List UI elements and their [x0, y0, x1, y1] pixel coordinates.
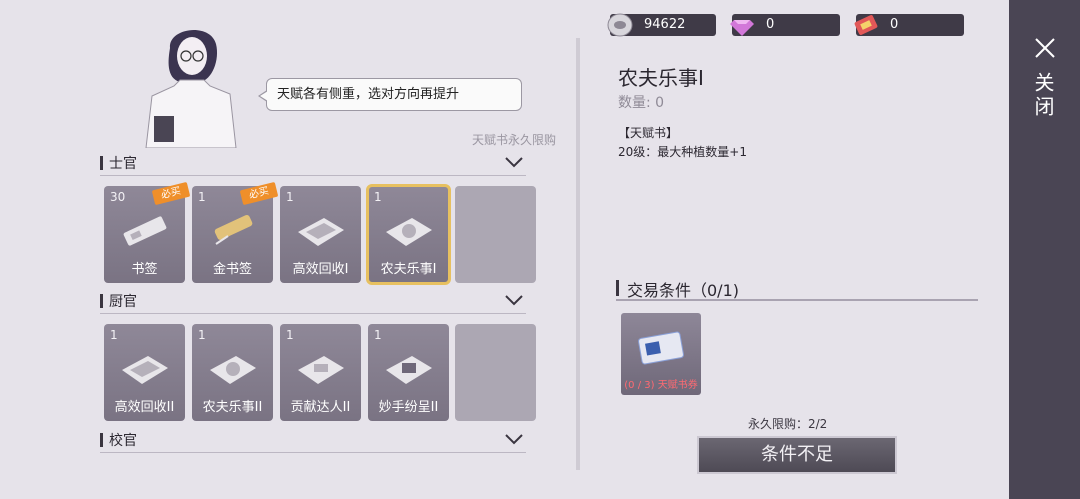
item-qty: 1 — [198, 190, 206, 204]
item-card-gold-bookmark[interactable]: 1 必买 金书签 — [192, 181, 279, 283]
item-detail-effect: 20级：最大种植数量+1 — [618, 145, 747, 159]
talent-book-icon — [386, 218, 432, 246]
item-name: 农夫乐事I — [380, 262, 437, 277]
item-name: 高效回收II — [114, 400, 175, 415]
currency-tickets: 0 — [854, 14, 964, 36]
item-qty: 1 — [286, 328, 294, 342]
item-card-efficient-recycle-1[interactable]: 1 高效回收I — [280, 186, 361, 283]
item-qty: 1 — [198, 328, 206, 342]
panel-divider — [576, 38, 580, 470]
talent-book-icon — [386, 356, 432, 384]
currency-value: 0 — [766, 17, 775, 32]
item-qty: 30 — [110, 190, 126, 204]
section-marker — [100, 294, 103, 308]
section-header-shiguan[interactable]: 士官 — [100, 152, 526, 176]
npc-speech-bubble: 天赋各有侧重，选对方向再提升 — [258, 78, 522, 111]
gem-icon — [730, 20, 754, 36]
section-marker — [100, 433, 103, 447]
item-name: 妙手纷呈II — [378, 400, 439, 415]
requirement-label: (0 / 3) 天赋书券 — [624, 380, 698, 391]
ticket-icon — [854, 15, 878, 35]
trade-conditions-title: 交易条件（0/1) — [627, 281, 739, 300]
section-title: 士官 — [109, 156, 137, 172]
section-header-chuguan[interactable]: 厨官 — [100, 290, 526, 314]
item-detail-quantity: 数量: 0 — [618, 95, 665, 111]
item-grid-chuguan: 1 高效回收II 1 农夫乐事II 1 贡献达人II 1 妙手纷呈II — [104, 324, 536, 421]
gold-bookmark-icon — [214, 214, 253, 245]
item-name: 书签 — [131, 262, 158, 277]
trade-conditions-header: 交易条件（0/1) — [616, 276, 978, 301]
close-button-label[interactable]: 关闭 — [1031, 72, 1058, 120]
item-name: 农夫乐事II — [202, 400, 263, 415]
npc-portrait — [145, 30, 237, 148]
must-buy-badge: 必买 — [151, 181, 191, 206]
bookmark-icon — [123, 216, 167, 246]
requirement-talent-ticket[interactable]: (0 / 3) 天赋书券 — [621, 313, 701, 395]
section-title: 厨官 — [109, 294, 137, 310]
chevron-down-icon[interactable] — [504, 431, 524, 447]
item-name: 高效回收I — [292, 262, 349, 277]
currency-gems: 0 — [730, 14, 840, 36]
talent-book-icon — [210, 356, 256, 384]
item-card-efficient-recycle-2[interactable]: 1 高效回收II — [104, 324, 185, 421]
must-buy-badge: 必买 — [239, 181, 279, 206]
talent-book-icon — [298, 218, 344, 246]
coin-icon — [607, 13, 633, 37]
item-card-contribution-master-2[interactable]: 1 贡献达人II — [280, 324, 361, 421]
permanent-limit-note: 天赋书永久限购 — [472, 133, 557, 147]
talent-ticket-icon — [638, 331, 684, 365]
section-title: 校官 — [109, 433, 137, 449]
item-card-farmer-joy-1[interactable]: 1 农夫乐事I — [366, 184, 451, 285]
section-marker — [616, 280, 619, 296]
currency-value: 0 — [890, 17, 899, 32]
item-detail-category: 【天赋书】 — [618, 126, 679, 140]
chevron-down-icon[interactable] — [504, 154, 524, 170]
item-card-skillful-hands-2[interactable]: 1 妙手纷呈II — [368, 324, 449, 421]
close-icon[interactable] — [1033, 36, 1057, 60]
section-header-xiaoguan[interactable]: 校官 — [100, 429, 526, 453]
empty-slot — [455, 186, 536, 283]
item-detail-title: 农夫乐事I — [618, 66, 704, 90]
item-qty: 1 — [374, 328, 382, 342]
item-name: 金书签 — [212, 262, 252, 277]
item-card-bookmark[interactable]: 30 必买 书签 — [104, 181, 191, 283]
item-grid-shiguan: 30 必买 书签 1 必买 金书签 1 高效回收I 1 农夫乐事I — [104, 181, 536, 285]
section-marker — [100, 156, 103, 170]
permanent-purchase-limit: 永久限购：2/2 — [748, 417, 828, 431]
item-qty: 1 — [110, 328, 118, 342]
chevron-down-icon[interactable] — [504, 292, 524, 308]
currency-value: 94622 — [644, 17, 686, 32]
item-name: 贡献达人II — [290, 400, 351, 415]
item-card-farmer-joy-2[interactable]: 1 农夫乐事II — [192, 324, 273, 421]
empty-slot — [455, 324, 536, 421]
currency-coins: 94622 — [607, 13, 716, 37]
insufficient-conditions-button[interactable]: 条件不足 — [697, 436, 897, 474]
shop-list-panel: 天赋各有侧重，选对方向再提升 天赋书永久限购 士官 30 必买 书签 1 必买 … — [0, 0, 575, 499]
item-qty: 1 — [286, 190, 294, 204]
talent-book-icon — [298, 356, 344, 384]
item-qty: 1 — [374, 190, 382, 204]
talent-book-icon — [122, 356, 168, 384]
